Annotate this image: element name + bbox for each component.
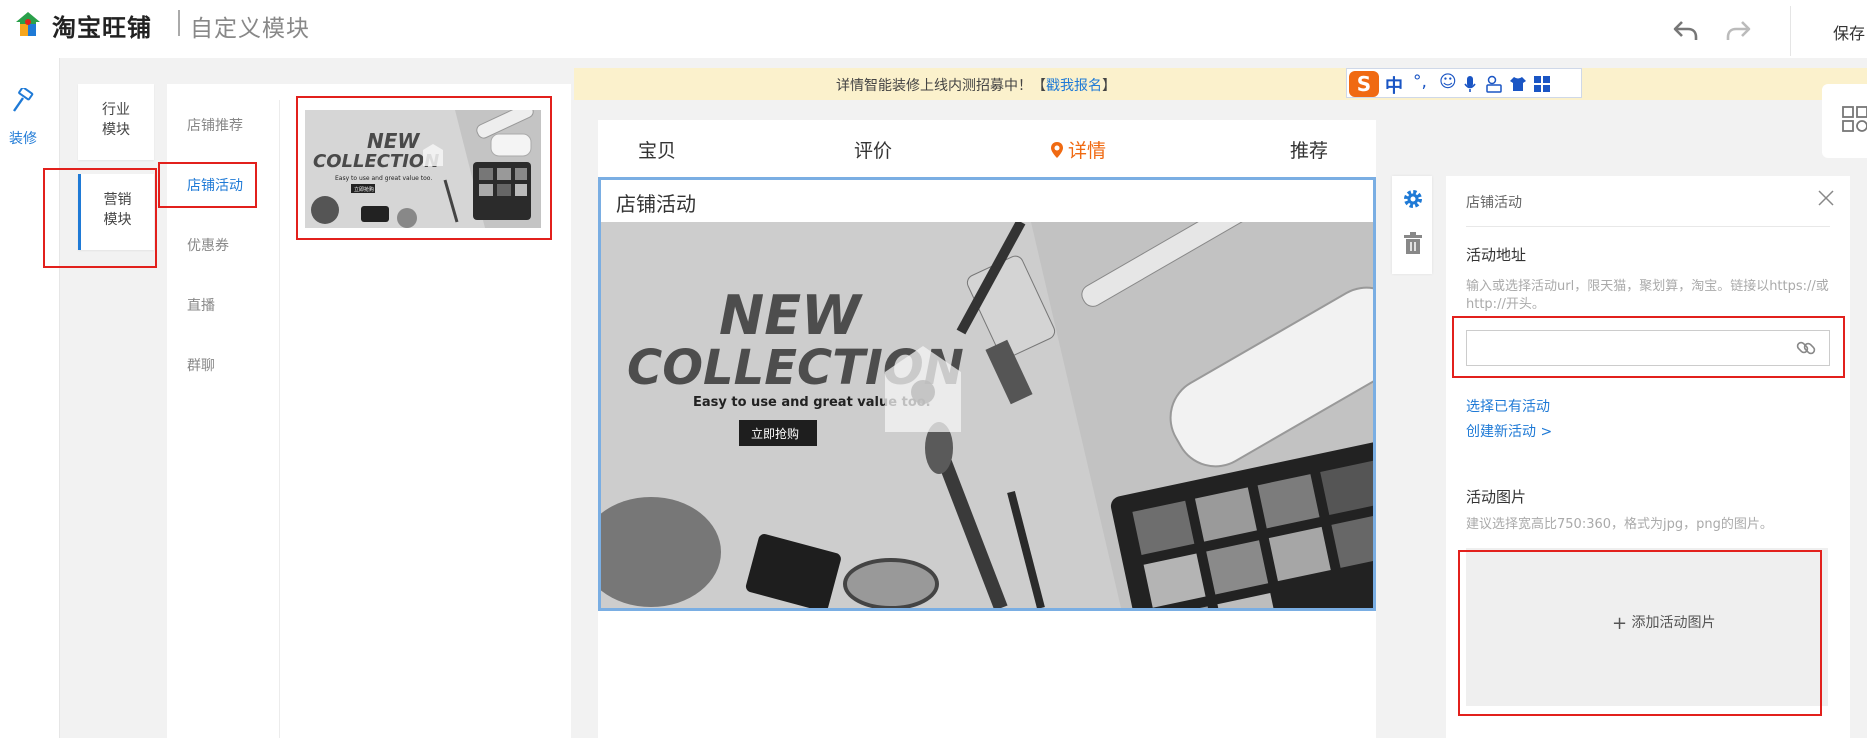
apps-grid-icon[interactable] [1842,106,1867,134]
module-item-store-recommend[interactable]: 店铺推荐 [187,115,243,135]
highlight-image-dropzone [1458,550,1822,716]
activity-address-hint: 输入或选择活动url，限天猫，聚划算，淘宝。链接以https://或http:/… [1466,279,1829,312]
redo-arrow-icon[interactable] [1724,16,1752,44]
activity-image-label: 活动图片 [1466,488,1527,506]
hammer-icon[interactable] [10,88,36,114]
taobao-store-logo-icon [16,12,40,36]
save-button[interactable]: 保存 [1833,20,1865,44]
header-divider [1790,6,1791,56]
toolbox-grid-icon[interactable] [1533,75,1551,93]
brand-name: 淘宝旺铺 [52,14,152,42]
tool-column: 装修 [0,58,60,738]
category-industry-module[interactable]: 行业 模块 [78,84,154,160]
module-item-group-chat[interactable]: 群聊 [187,355,215,375]
undo-arrow-icon[interactable] [1672,16,1700,44]
trash-icon[interactable] [1403,232,1423,254]
brand-divider [178,10,180,36]
module-panel-divider [279,100,280,738]
notice-bar: 详情智能装修上线内测招募中！【戳我报名】 S 中 °, ☺ [574,68,1867,100]
location-pin-icon [1051,142,1063,158]
ime-mode-chinese[interactable]: 中 [1385,72,1403,98]
activity-address-label: 活动地址 [1466,246,1527,264]
module-item-coupon[interactable]: 优惠券 [187,235,229,255]
sogou-logo-icon[interactable]: S [1349,71,1379,97]
selected-store-activity-module[interactable]: 店铺活动 NEW COLLECTION Easy to use and grea… [598,177,1376,611]
category-label-line2: 模块 [102,122,130,138]
signup-link[interactable]: 戳我报名 [1046,78,1102,94]
settings-title: 店铺活动 [1466,195,1522,211]
settings-divider [1466,226,1830,227]
preview-tabs: 宝贝 评价 详情 推荐 [598,120,1376,176]
emoji-icon[interactable]: ☺ [1439,72,1457,92]
page-subtitle: 自定义模块 [190,16,310,42]
module-title: 店铺活动 [616,192,696,216]
banner-image: NEW COLLECTION Easy to use and great val… [601,222,1373,608]
module-item-live[interactable]: 直播 [187,295,215,315]
skin-shirt-icon[interactable] [1509,75,1527,93]
highlight-activity-thumbnail [296,96,552,240]
gear-icon[interactable] [1402,188,1424,210]
notice-message: 详情智能装修上线内测招募中！【 [836,78,1046,94]
microphone-icon[interactable] [1463,75,1477,93]
close-icon[interactable] [1818,190,1834,206]
notice-text: 详情智能装修上线内测招募中！【戳我报名】 [836,75,1116,95]
activity-banner[interactable]: NEW COLLECTION Easy to use and great val… [601,222,1373,608]
top-header: 淘宝旺铺 自定义模块 保存 [0,0,1867,58]
decorate-label[interactable]: 装修 [9,128,37,148]
module-side-tools [1392,176,1432,274]
tab-details-label: 详情 [1068,140,1107,162]
floating-tool-panel[interactable] [1822,84,1867,158]
highlight-marketing-module [43,168,157,268]
soft-keyboard-icon[interactable] [1485,75,1503,93]
banner-headline-1: NEW [719,284,863,347]
ime-toolbar[interactable]: S 中 °, ☺ [1346,68,1582,98]
activity-image-hint: 建议选择宽高比750:360，格式为jpg，png的图片。 [1466,517,1773,532]
punctuation-icon[interactable]: °, [1413,72,1427,92]
tab-details[interactable]: 详情 [1050,136,1106,163]
tab-recommend[interactable]: 推荐 [1290,136,1328,163]
tab-reviews[interactable]: 评价 [854,136,892,163]
banner-cta-text: 立即抢购 [751,426,799,441]
category-label-line1: 行业 [102,102,130,118]
notice-bracket: 】 [1102,78,1116,94]
create-new-activity-link[interactable]: 创建新活动 > [1466,421,1552,441]
tab-item[interactable]: 宝贝 [638,136,676,163]
page-preview: 宝贝 评价 详情 推荐 店铺活动 NEW COLLECTION Easy to … [598,120,1376,738]
highlight-store-activity-item [158,162,257,208]
select-existing-activity-link[interactable]: 选择已有活动 [1466,396,1550,416]
highlight-url-input [1452,316,1845,378]
